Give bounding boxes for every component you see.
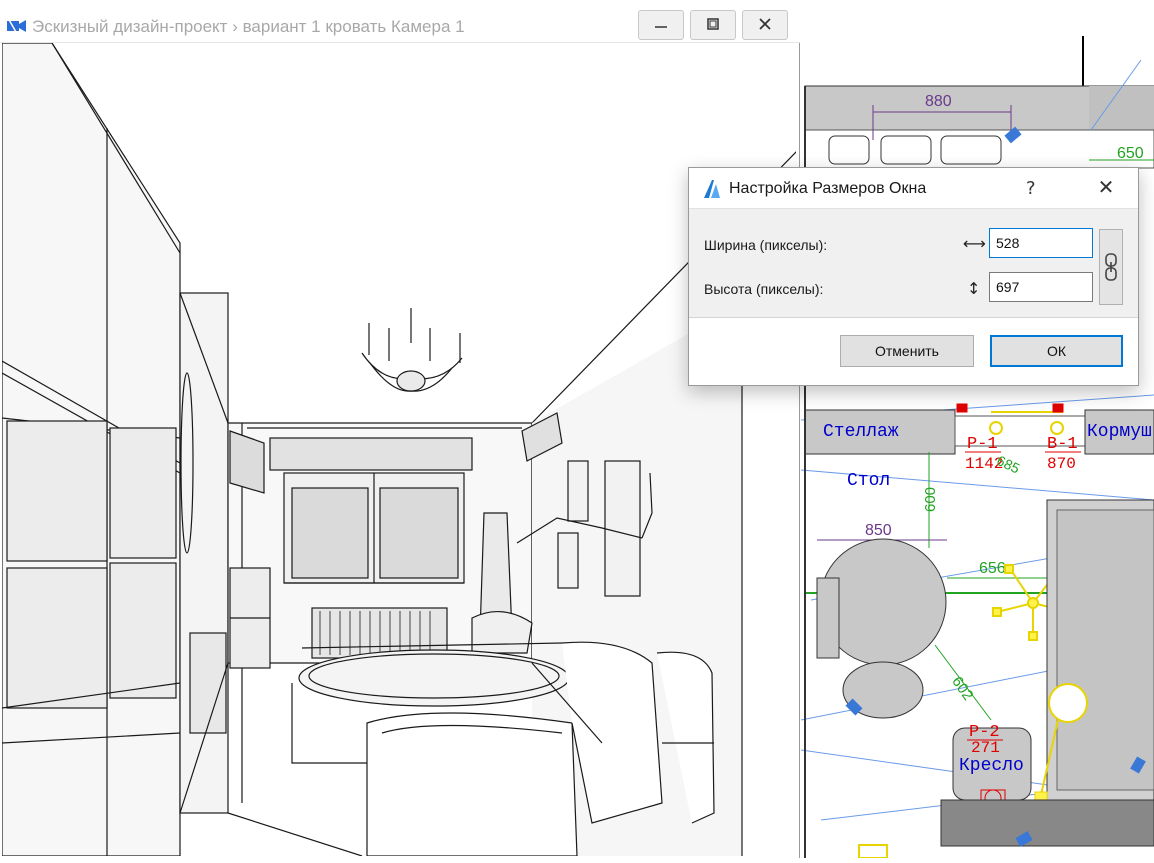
dialog-body: Ширина (пикселы): ⟷ Высота (пикселы): ↕ <box>689 208 1138 318</box>
camera-3d-view[interactable] <box>2 43 796 856</box>
tag-p1-code: Р-1 <box>967 435 998 454</box>
aspect-link-button[interactable] <box>1099 229 1123 305</box>
dim-600: 600 <box>922 487 939 512</box>
dim-656: 656 <box>979 560 1006 577</box>
cancel-button[interactable]: Отменить <box>840 335 974 367</box>
dialog-title: Настройка Размеров Окна <box>729 180 927 197</box>
vertical-arrow-icon: ↕ <box>967 279 981 298</box>
floor-plan-view[interactable]: 880 650 Стеллаж Кормуш Р-1 1142 В-1 870 <box>800 0 1154 859</box>
dim-850: 850 <box>865 522 892 539</box>
width-label: Ширина (пикселы): <box>704 237 828 253</box>
dim-602: 602 <box>948 673 976 703</box>
dim-880: 880 <box>925 93 952 110</box>
tag-b1-code: В-1 <box>1047 435 1078 454</box>
maximize-button[interactable] <box>690 10 736 40</box>
close-icon: ✕ <box>1097 175 1115 199</box>
minimize-button[interactable] <box>638 10 684 40</box>
ok-button[interactable]: ОК <box>990 335 1123 367</box>
horizontal-arrow-icon: ⟷ <box>963 234 986 253</box>
label-kreslo: Кресло <box>959 756 1024 776</box>
height-label: Высота (пикселы): <box>704 281 824 297</box>
height-input[interactable] <box>989 272 1093 302</box>
width-input[interactable] <box>989 228 1093 258</box>
chain-link-icon <box>1105 253 1117 281</box>
camera-window-title: Эскизный дизайн-проект › вариант 1 крова… <box>32 17 465 36</box>
tag-p2-value: 271 <box>971 739 1000 757</box>
archicad-logo-icon <box>704 180 720 198</box>
close-icon <box>758 16 772 35</box>
camera-window-titlebar[interactable]: Эскизный дизайн-проект › вариант 1 крова… <box>0 0 800 43</box>
label-stol: Стол <box>847 471 890 491</box>
dim-650: 650 <box>1117 145 1144 162</box>
help-button[interactable]: ? <box>1026 178 1036 199</box>
close-button[interactable] <box>742 10 788 40</box>
floor-plan-drawing[interactable]: 880 650 Стеллаж Кормуш Р-1 1142 В-1 870 <box>800 0 1154 859</box>
window-size-dialog: Настройка Размеров Окна ? ✕ Ширина (пикс… <box>688 167 1139 386</box>
label-kormush: Кормуш <box>1087 422 1152 442</box>
label-stellazh: Стеллаж <box>823 422 899 442</box>
minimize-icon <box>654 16 668 35</box>
tag-b1-value: 870 <box>1047 455 1076 473</box>
maximize-icon <box>706 16 720 35</box>
camera-window: Эскизный дизайн-проект › вариант 1 крова… <box>0 0 800 858</box>
camera-icon <box>7 17 26 33</box>
dialog-close-button[interactable]: ✕ <box>1093 174 1119 200</box>
